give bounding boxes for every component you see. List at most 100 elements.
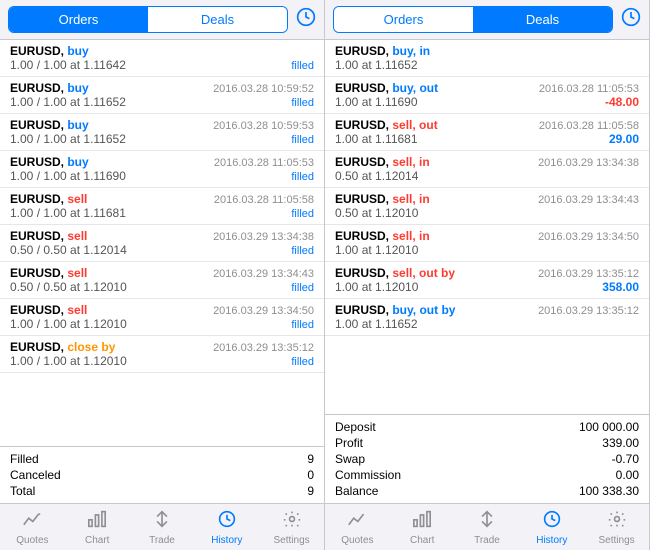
history-icon-2 bbox=[542, 510, 562, 534]
panel-orders: Orders Deals EURUSD, buy 1.00 / 1.00 at … bbox=[0, 0, 325, 550]
order-vol-price: 1.00 / 1.00 at 1.12010 bbox=[10, 317, 127, 331]
tab-deals-1[interactable]: Deals bbox=[148, 7, 287, 32]
summary-profit: Profit 339.00 bbox=[335, 435, 639, 451]
nav-chart-2[interactable]: Chart bbox=[390, 508, 455, 548]
deal-pair: EURUSD, buy, in bbox=[335, 44, 430, 58]
summary-canceled: Canceled 0 bbox=[10, 467, 314, 483]
tab-group-2: Orders Deals bbox=[333, 6, 613, 33]
deal-vol-price: 0.50 at 1.12014 bbox=[335, 169, 418, 183]
trade-icon bbox=[152, 510, 172, 534]
order-status: filled bbox=[291, 60, 314, 72]
nav-label-settings-2: Settings bbox=[599, 535, 635, 546]
order-pair: EURUSD, buy bbox=[10, 81, 89, 95]
nav-history-2[interactable]: History bbox=[519, 508, 584, 548]
deal-item: EURUSD, buy, in 1.00 at 1.11652 bbox=[325, 40, 649, 77]
deal-item: EURUSD, buy, out 2016.03.28 11:05:53 1.0… bbox=[325, 77, 649, 114]
order-status: filled bbox=[291, 97, 314, 109]
deal-item: EURUSD, buy, out by 2016.03.29 13:35:12 … bbox=[325, 299, 649, 336]
order-status: filled bbox=[291, 245, 314, 257]
quotes-icon bbox=[22, 510, 42, 534]
deal-pnl: 29.00 bbox=[609, 132, 639, 146]
order-pair: EURUSD, buy bbox=[10, 44, 89, 58]
nav-chart-1[interactable]: Chart bbox=[65, 508, 130, 548]
deal-item: EURUSD, sell, in 2016.03.29 13:34:43 0.5… bbox=[325, 188, 649, 225]
order-timestamp: 2016.03.29 13:35:12 bbox=[213, 342, 314, 354]
deal-item: EURUSD, sell, out by 2016.03.29 13:35:12… bbox=[325, 262, 649, 299]
trade-icon-2 bbox=[477, 510, 497, 534]
deal-pair: EURUSD, buy, out bbox=[335, 81, 438, 95]
deal-vol-price: 0.50 at 1.12010 bbox=[335, 206, 418, 220]
history-icon bbox=[217, 510, 237, 534]
deal-pair: EURUSD, sell, in bbox=[335, 155, 430, 169]
deal-pair: EURUSD, sell, in bbox=[335, 192, 430, 206]
summary-deposit: Deposit 100 000.00 bbox=[335, 419, 639, 435]
summary-balance: Balance 100 338.30 bbox=[335, 483, 639, 499]
chart-icon-2 bbox=[412, 510, 432, 534]
order-pair: EURUSD, buy bbox=[10, 118, 89, 132]
summary-commission: Commission 0.00 bbox=[335, 467, 639, 483]
order-pair: EURUSD, sell bbox=[10, 303, 87, 317]
panel-deals: Orders Deals EURUSD, buy, in 1.00 at 1.1… bbox=[325, 0, 650, 550]
tab-bar-1: Orders Deals bbox=[0, 0, 324, 40]
order-vol-price: 1.00 / 1.00 at 1.11681 bbox=[10, 206, 126, 220]
order-item: EURUSD, sell 2016.03.28 11:05:58 1.00 / … bbox=[0, 188, 324, 225]
deal-vol-price: 1.00 at 1.11652 bbox=[335, 317, 418, 331]
deals-list: EURUSD, buy, in 1.00 at 1.11652 EURUSD, … bbox=[325, 40, 649, 414]
nav-settings-1[interactable]: Settings bbox=[259, 508, 324, 548]
nav-label-settings-1: Settings bbox=[274, 535, 310, 546]
order-item: EURUSD, buy 2016.03.28 10:59:53 1.00 / 1… bbox=[0, 114, 324, 151]
deal-timestamp: 2016.03.29 13:35:12 bbox=[538, 305, 639, 317]
deal-vol-price: 1.00 at 1.12010 bbox=[335, 243, 418, 257]
nav-trade-2[interactable]: Trade bbox=[455, 508, 520, 548]
deal-item: EURUSD, sell, out 2016.03.28 11:05:58 1.… bbox=[325, 114, 649, 151]
order-item: EURUSD, sell 2016.03.29 13:34:43 0.50 / … bbox=[0, 262, 324, 299]
deal-timestamp: 2016.03.28 11:05:58 bbox=[539, 120, 639, 132]
order-status: filled bbox=[291, 319, 314, 331]
orders-list: EURUSD, buy 1.00 / 1.00 at 1.11642 fille… bbox=[0, 40, 324, 446]
deal-pair: EURUSD, sell, out by bbox=[335, 266, 455, 280]
tab-deals-2[interactable]: Deals bbox=[473, 7, 612, 32]
nav-settings-2[interactable]: Settings bbox=[584, 508, 649, 548]
nav-label-trade-1: Trade bbox=[149, 535, 175, 546]
quotes-icon-2 bbox=[347, 510, 367, 534]
order-status: filled bbox=[291, 134, 314, 146]
nav-label-chart-2: Chart bbox=[410, 535, 434, 546]
order-timestamp: 2016.03.28 10:59:52 bbox=[213, 83, 314, 95]
order-vol-price: 1.00 / 1.00 at 1.12010 bbox=[10, 354, 127, 368]
clock-button-2[interactable] bbox=[621, 7, 641, 32]
deal-vol-price: 1.00 at 1.11681 bbox=[335, 132, 418, 146]
order-item: EURUSD, sell 2016.03.29 13:34:38 0.50 / … bbox=[0, 225, 324, 262]
tab-orders-2[interactable]: Orders bbox=[334, 7, 473, 32]
chart-icon bbox=[87, 510, 107, 534]
order-timestamp: 2016.03.29 13:34:50 bbox=[213, 305, 314, 317]
nav-trade-1[interactable]: Trade bbox=[130, 508, 195, 548]
deal-vol-price: 1.00 at 1.12010 bbox=[335, 280, 418, 294]
order-timestamp: 2016.03.29 13:34:43 bbox=[213, 268, 314, 280]
deal-pnl: 358.00 bbox=[602, 280, 639, 294]
nav-label-trade-2: Trade bbox=[474, 535, 500, 546]
order-pair: EURUSD, sell bbox=[10, 192, 87, 206]
nav-label-history-2: History bbox=[536, 535, 567, 546]
tab-orders-1[interactable]: Orders bbox=[9, 7, 148, 32]
summary-swap: Swap -0.70 bbox=[335, 451, 639, 467]
settings-icon bbox=[282, 510, 302, 534]
nav-label-quotes-2: Quotes bbox=[341, 535, 373, 546]
orders-summary: Filled 9 Canceled 0 Total 9 bbox=[0, 446, 324, 503]
order-item: EURUSD, close by 2016.03.29 13:35:12 1.0… bbox=[0, 336, 324, 373]
nav-history-1[interactable]: History bbox=[194, 508, 259, 548]
deal-vol-price: 1.00 at 1.11652 bbox=[335, 58, 418, 72]
order-status: filled bbox=[291, 171, 314, 183]
deal-item: EURUSD, sell, in 2016.03.29 13:34:38 0.5… bbox=[325, 151, 649, 188]
order-status: filled bbox=[291, 208, 314, 220]
deal-timestamp: 2016.03.28 11:05:53 bbox=[539, 83, 639, 95]
clock-button-1[interactable] bbox=[296, 7, 316, 32]
deal-timestamp: 2016.03.29 13:34:43 bbox=[538, 194, 639, 206]
nav-label-quotes-1: Quotes bbox=[16, 535, 48, 546]
nav-quotes-2[interactable]: Quotes bbox=[325, 508, 390, 548]
order-pair: EURUSD, sell bbox=[10, 266, 87, 280]
deal-item: EURUSD, sell, in 2016.03.29 13:34:50 1.0… bbox=[325, 225, 649, 262]
deal-pair: EURUSD, buy, out by bbox=[335, 303, 455, 317]
deal-pnl: -48.00 bbox=[605, 95, 639, 109]
nav-quotes-1[interactable]: Quotes bbox=[0, 508, 65, 548]
order-timestamp: 2016.03.28 11:05:53 bbox=[214, 157, 314, 169]
